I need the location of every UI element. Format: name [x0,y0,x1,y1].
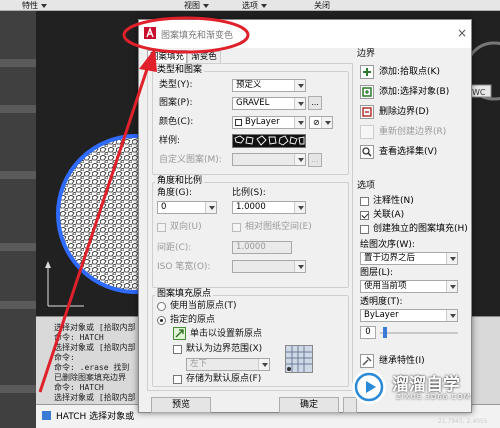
pointer-arrow [38,65,150,393]
highlight-ellipse [122,16,250,54]
autocad-window: { "menubar": { "items": ["特性", "图层", "块"… [0,0,500,428]
annotation-overlay [38,16,250,393]
watermark-name: 溜溜自学 [392,375,460,395]
watermark: 溜溜自学 ZIXUE.3D66.COM [348,366,496,410]
watermark-url: ZIXUE.3D66.COM [396,393,471,401]
play-logo-icon [352,370,386,404]
arrow-head-icon [139,48,157,72]
